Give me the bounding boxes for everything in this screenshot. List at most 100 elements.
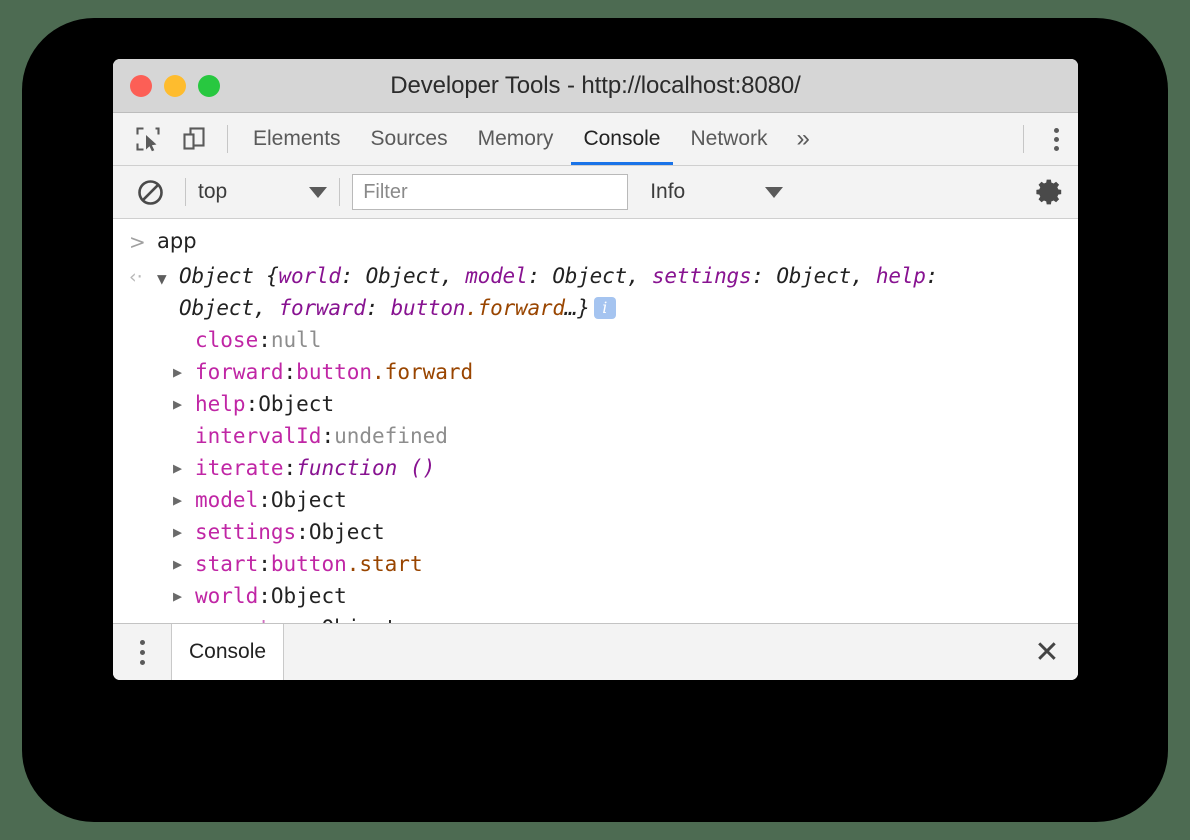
property-value-node-tag: button (271, 548, 347, 580)
close-window-button[interactable] (130, 75, 152, 97)
kebab-menu-icon[interactable] (1034, 113, 1078, 165)
preview-separator: : (926, 264, 938, 288)
property-name: forward (195, 356, 284, 388)
property-colon: : (246, 388, 259, 420)
preview-separator: : (751, 264, 776, 288)
property-indent (173, 324, 195, 356)
property-value: undefined (334, 420, 448, 452)
tab-console[interactable]: Console (568, 113, 675, 165)
maximize-window-button[interactable] (198, 75, 220, 97)
property-name: settings (195, 516, 296, 548)
gear-icon[interactable] (1022, 178, 1078, 206)
object-preview: Object {world: Object, model: Object, se… (179, 260, 999, 324)
close-icon[interactable]: ✕ (1016, 624, 1078, 680)
preview-value: Object (776, 264, 851, 288)
preview-separator: , (627, 264, 652, 288)
object-property-row[interactable]: ▶iterate: function () (113, 452, 1078, 484)
console-command-text: app (157, 225, 197, 257)
property-value: Object (321, 612, 397, 623)
property-name: close (195, 324, 258, 356)
expand-toggle-icon[interactable]: ▶ (173, 548, 195, 580)
property-value-node-class: .forward (372, 356, 473, 388)
minimize-window-button[interactable] (164, 75, 186, 97)
expand-toggle-icon[interactable]: ▶ (173, 388, 195, 420)
drawer-tab-console[interactable]: Console (171, 624, 284, 680)
object-property-row[interactable]: intervalId: undefined (113, 420, 1078, 452)
execution-context-select[interactable]: top (198, 180, 327, 204)
toolbar-divider-1 (185, 178, 186, 206)
tabbar-divider-right (1023, 125, 1024, 153)
property-name: __proto__ (195, 612, 309, 623)
tabbar-divider (227, 125, 228, 153)
console-output[interactable]: > app ‹· ▼ Object {world: Object, model:… (113, 219, 1078, 623)
tab-network[interactable]: Network (676, 113, 783, 165)
title-bar: Developer Tools - http://localhost:8080/ (113, 59, 1078, 113)
preview-key: world (279, 264, 341, 288)
property-colon: : (321, 420, 334, 452)
property-colon: : (309, 612, 322, 623)
drawer-tab-bar: Console ✕ (113, 623, 1078, 680)
preview-separator: …} (565, 296, 590, 320)
expand-toggle-icon[interactable]: ▶ (173, 452, 195, 484)
expand-toggle-icon[interactable]: ▶ (173, 580, 195, 612)
reply-glyph: ‹· (129, 260, 157, 293)
preview-head: Object { (179, 264, 279, 288)
log-level-label: Info (650, 180, 685, 204)
filter-input[interactable] (352, 174, 628, 210)
preview-value: Object (552, 264, 627, 288)
devtools-window: Developer Tools - http://localhost:8080/… (113, 59, 1078, 680)
tab-memory[interactable]: Memory (463, 113, 569, 165)
object-property-row[interactable]: ▶forward: button.forward (113, 356, 1078, 388)
preview-node-class: .forward (465, 296, 565, 320)
expand-toggle-icon[interactable]: ▼ (157, 260, 179, 295)
log-level-select[interactable]: Info (650, 180, 783, 204)
tab-sources[interactable]: Sources (356, 113, 463, 165)
object-property-row[interactable]: ▶model: Object (113, 484, 1078, 516)
property-name: world (195, 580, 258, 612)
window-controls (113, 75, 220, 97)
drawer-kebab-menu-icon[interactable] (113, 624, 171, 680)
tab-elements[interactable]: Elements (238, 113, 356, 165)
property-name: start (195, 548, 258, 580)
device-toolbar-icon[interactable] (171, 113, 217, 165)
property-colon: : (258, 548, 271, 580)
inspect-element-icon[interactable] (125, 113, 171, 165)
property-colon: : (258, 324, 271, 356)
tab-label: Console (583, 127, 660, 151)
property-colon: : (284, 356, 297, 388)
object-property-row[interactable]: ▶world: Object (113, 580, 1078, 612)
more-tabs-icon[interactable]: » (783, 113, 824, 165)
property-colon: : (296, 516, 309, 548)
tabbar-spacer (824, 113, 1013, 165)
property-value: Object (271, 580, 347, 612)
object-property-row[interactable]: ▶settings: Object (113, 516, 1078, 548)
console-toolbar: top Info (113, 166, 1078, 219)
info-badge-icon[interactable]: i (594, 297, 616, 319)
expand-toggle-icon[interactable]: ▶ (173, 356, 195, 388)
object-property-row[interactable]: close: null (113, 324, 1078, 356)
preview-separator: : (527, 264, 552, 288)
property-value: Object (309, 516, 385, 548)
preview-separator: : (366, 296, 391, 320)
clear-console-icon[interactable] (127, 179, 173, 206)
property-colon: : (258, 484, 271, 516)
expand-toggle-icon[interactable]: ▶ (173, 516, 195, 548)
drawer-tab-label: Console (189, 640, 266, 664)
tab-label: Elements (253, 127, 341, 151)
chevron-down-icon (765, 187, 783, 198)
prompt-glyph: > (129, 225, 157, 258)
panel-tab-bar: Elements Sources Memory Console Network … (113, 113, 1078, 166)
property-colon: : (284, 452, 297, 484)
property-value-node-tag: button (296, 356, 372, 388)
object-property-row[interactable]: ▶help: Object (113, 388, 1078, 420)
object-property-row[interactable]: ▶start: button.start (113, 548, 1078, 580)
expand-toggle-icon[interactable]: ▶ (173, 612, 195, 623)
object-property-row[interactable]: ▶__proto__: Object (113, 612, 1078, 623)
expand-toggle-icon[interactable]: ▶ (173, 484, 195, 516)
property-colon: : (258, 580, 271, 612)
preview-key: forward (279, 296, 366, 320)
property-name: iterate (195, 452, 284, 484)
tab-label: Memory (478, 127, 554, 151)
preview-separator: : (341, 264, 366, 288)
property-value: Object (258, 388, 334, 420)
